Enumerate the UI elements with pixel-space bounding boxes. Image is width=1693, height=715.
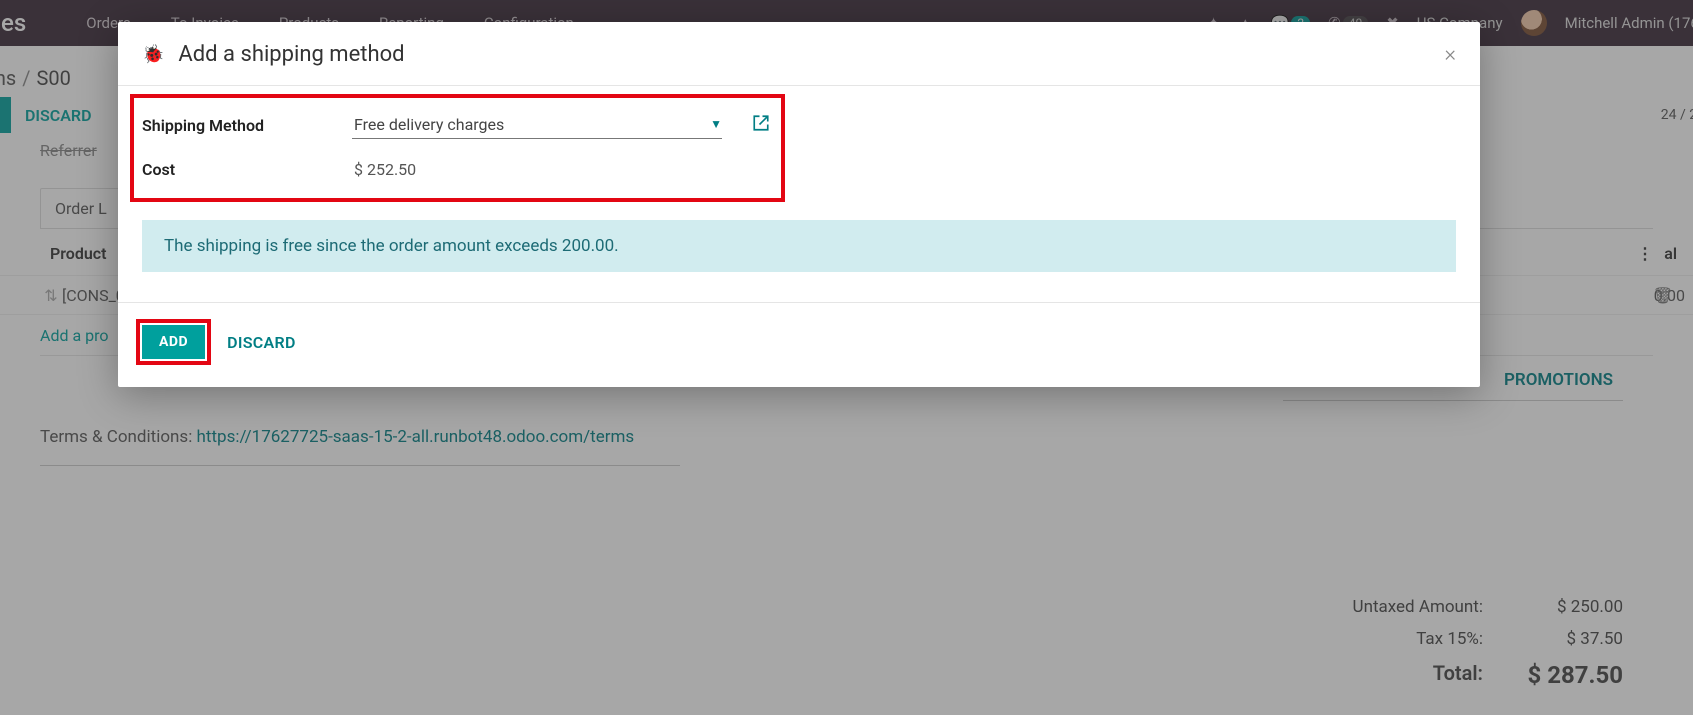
bug-icon[interactable]: 🐞: [142, 44, 164, 65]
modal-discard-button[interactable]: DISCARD: [227, 333, 296, 352]
highlight-box: Shipping Method ▼ Cost $ 252.50: [130, 94, 785, 202]
shipping-method-label: Shipping Method: [142, 116, 352, 135]
chevron-down-icon[interactable]: ▼: [710, 117, 722, 131]
cost-label: Cost: [142, 160, 352, 179]
highlight-add: ADD: [136, 319, 211, 365]
close-icon[interactable]: ×: [1444, 42, 1456, 67]
shipping-method-input[interactable]: [352, 111, 722, 139]
add-button[interactable]: ADD: [142, 325, 205, 359]
cost-value: $ 252.50: [354, 160, 416, 179]
info-alert: The shipping is free since the order amo…: [142, 220, 1456, 272]
external-link-icon[interactable]: [752, 114, 770, 136]
modal-title: Add a shipping method: [178, 42, 404, 67]
add-shipping-modal: 🐞 Add a shipping method × Shipping Metho…: [118, 22, 1480, 387]
